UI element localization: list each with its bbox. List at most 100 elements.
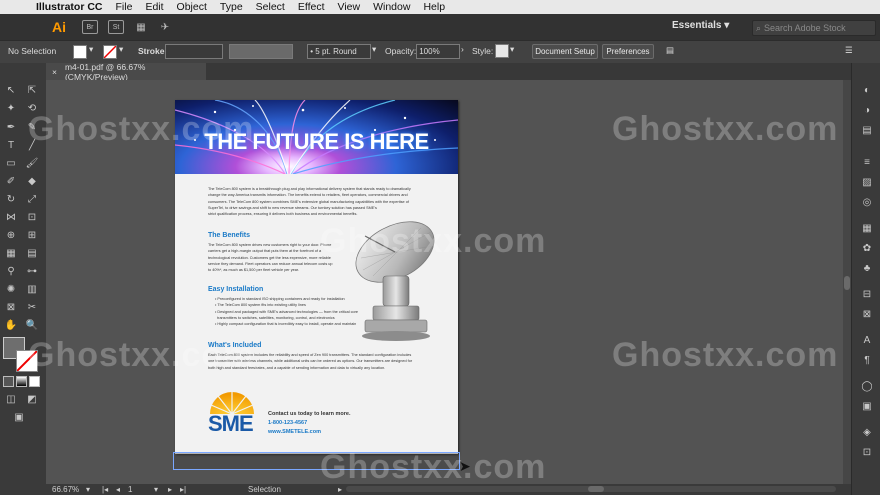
magic-wand-tool-icon[interactable]: ✦ [4, 102, 18, 114]
symbol-sprayer-tool-icon[interactable]: ✺ [4, 283, 18, 295]
last-artboard-icon[interactable]: ▸| [180, 485, 186, 494]
gradient-mode-button[interactable] [16, 376, 27, 387]
document-tab[interactable]: × m4-01.pdf @ 66.67% (CMYK/Preview) [46, 62, 206, 82]
style-dropdown-icon[interactable]: ▾ [510, 44, 514, 55]
color-guide-icon[interactable]: ◑ [861, 105, 873, 116]
color-mode-button[interactable] [3, 376, 14, 387]
column-graph-tool-icon[interactable]: ▥ [25, 283, 39, 295]
pen-tool-icon[interactable]: ✒ [4, 121, 18, 133]
bridge-button[interactable]: Br [82, 20, 98, 34]
shaper-tool-icon[interactable]: ✐ [4, 175, 18, 187]
transparency-panel-icon[interactable]: ◎ [861, 197, 873, 208]
color-panel-icon[interactable]: ◐ [861, 85, 873, 96]
symbols-panel-icon[interactable]: ♣ [861, 263, 873, 274]
zoom-tool-icon[interactable]: 🔍 [25, 319, 39, 331]
gradient-tool-icon[interactable]: ▤ [25, 247, 39, 259]
graphic-style-swatch[interactable] [495, 44, 509, 58]
menu-view[interactable]: View [338, 1, 361, 13]
align-panel-icon[interactable]: ⊟ [861, 289, 873, 300]
opacity-field[interactable]: 100% [416, 44, 460, 59]
menu-file[interactable]: File [116, 1, 133, 13]
graphic-styles-panel-icon[interactable]: ▣ [861, 401, 873, 412]
properties-panel-icon[interactable]: ▤ [861, 125, 873, 136]
menu-effect[interactable]: Effect [298, 1, 325, 13]
screen-mode-icon[interactable]: ▣ [12, 411, 26, 423]
first-artboard-icon[interactable]: |◂ [102, 485, 108, 494]
stroke-swatch[interactable] [103, 45, 117, 59]
variable-width-profile[interactable] [229, 44, 293, 59]
fill-dropdown-icon[interactable]: ▾ [89, 44, 93, 55]
align-icon[interactable]: ▤ [666, 45, 674, 56]
stroke-dropdown-icon[interactable]: ▾ [119, 44, 123, 55]
character-panel-icon[interactable]: A [861, 335, 873, 346]
horizontal-scroll-thumb[interactable] [588, 486, 604, 492]
blend-tool-icon[interactable]: ⊶ [25, 265, 39, 277]
menu-object[interactable]: Object [177, 1, 207, 13]
preferences-button[interactable]: Preferences [602, 44, 654, 59]
arrange-documents-icon[interactable]: ▦ [134, 21, 148, 33]
brushes-panel-icon[interactable]: ✿ [861, 243, 873, 254]
width-tool-icon[interactable]: ⋈ [4, 211, 18, 223]
scale-tool-icon[interactable]: ⤢ [25, 193, 39, 205]
panel-menu-icon[interactable]: ☰ [845, 45, 853, 56]
close-tab-icon[interactable]: × [52, 67, 57, 77]
stroke-panel-icon[interactable]: ≡ [861, 157, 873, 168]
brush-definition-dropdown[interactable]: • 5 pt. Round [307, 44, 371, 59]
status-menu-icon[interactable]: ▸ [338, 485, 342, 494]
appearance-panel-icon[interactable]: ◯ [861, 381, 873, 392]
stock-button[interactable]: St [108, 20, 124, 34]
rectangle-tool-icon[interactable]: ▭ [4, 157, 18, 169]
rotate-tool-icon[interactable]: ↻ [4, 193, 18, 205]
type-tool-icon[interactable]: T [4, 139, 18, 151]
artboard-tool-icon[interactable]: ⊠ [4, 301, 18, 313]
mesh-tool-icon[interactable]: ▦ [4, 247, 18, 259]
artboard[interactable]: THE FUTURE IS HERE The TeleCom 800 syste… [175, 100, 458, 454]
selection-tool-icon[interactable]: ↖ [4, 84, 18, 96]
vertical-scroll-thumb[interactable] [844, 276, 850, 290]
artboard-dropdown-icon[interactable]: ▾ [154, 485, 158, 494]
gradient-panel-icon[interactable]: ▨ [861, 177, 873, 188]
selection-marquee[interactable] [173, 452, 460, 470]
menu-edit[interactable]: Edit [145, 1, 163, 13]
hand-tool-icon[interactable]: ✋ [4, 319, 18, 331]
artboard-number[interactable]: 1 [128, 485, 132, 494]
brush-dropdown-icon[interactable]: ▾ [372, 44, 376, 55]
opacity-dropdown-icon[interactable]: › [461, 44, 464, 54]
vertical-scrollbar[interactable] [843, 80, 851, 484]
perspective-grid-tool-icon[interactable]: ⊞ [25, 229, 39, 241]
lasso-tool-icon[interactable]: ⟲ [25, 102, 39, 114]
gpu-performance-icon[interactable]: ✈ [158, 21, 172, 33]
line-segment-tool-icon[interactable]: ╱ [25, 139, 39, 151]
paintbrush-tool-icon[interactable]: 🖌 [25, 157, 39, 169]
artboards-panel-icon[interactable]: ⊡ [861, 447, 873, 458]
eraser-tool-icon[interactable]: ◆ [25, 175, 39, 187]
curvature-tool-icon[interactable]: ✎ [25, 121, 39, 133]
menu-window[interactable]: Window [373, 1, 410, 13]
current-tool-status[interactable]: Selection [248, 485, 281, 494]
menu-help[interactable]: Help [423, 1, 445, 13]
slice-tool-icon[interactable]: ✂ [25, 301, 39, 313]
workspace-switcher[interactable]: Essentials ▾ [672, 20, 729, 31]
eyedropper-tool-icon[interactable]: ⚲ [4, 265, 18, 277]
none-mode-button[interactable] [29, 376, 40, 387]
fill-swatch[interactable] [73, 45, 87, 59]
zoom-dropdown-icon[interactable]: ▾ [86, 485, 90, 494]
app-menu[interactable]: Illustrator CC [36, 1, 103, 13]
previous-artboard-icon[interactable]: ◂ [116, 485, 120, 494]
zoom-level[interactable]: 66.67% [52, 485, 79, 494]
stroke-weight-field[interactable] [165, 44, 223, 59]
menu-type[interactable]: Type [220, 1, 243, 13]
horizontal-scrollbar[interactable] [346, 486, 836, 492]
next-artboard-icon[interactable]: ▸ [168, 485, 172, 494]
document-setup-button[interactable]: Document Setup [532, 44, 598, 59]
layers-panel-icon[interactable]: ◈ [861, 427, 873, 438]
menu-select[interactable]: Select [256, 1, 285, 13]
free-transform-tool-icon[interactable]: ⊡ [25, 211, 39, 223]
stroke-color-box[interactable] [16, 350, 38, 372]
direct-selection-tool-icon[interactable]: ⇱ [25, 84, 39, 96]
swatches-panel-icon[interactable]: ▦ [861, 223, 873, 234]
draw-mode-icon[interactable]: ◫ [4, 393, 18, 405]
paragraph-panel-icon[interactable]: ¶ [861, 355, 873, 366]
pathfinder-panel-icon[interactable]: ⊠ [861, 309, 873, 320]
shape-builder-tool-icon[interactable]: ⊕ [4, 229, 18, 241]
